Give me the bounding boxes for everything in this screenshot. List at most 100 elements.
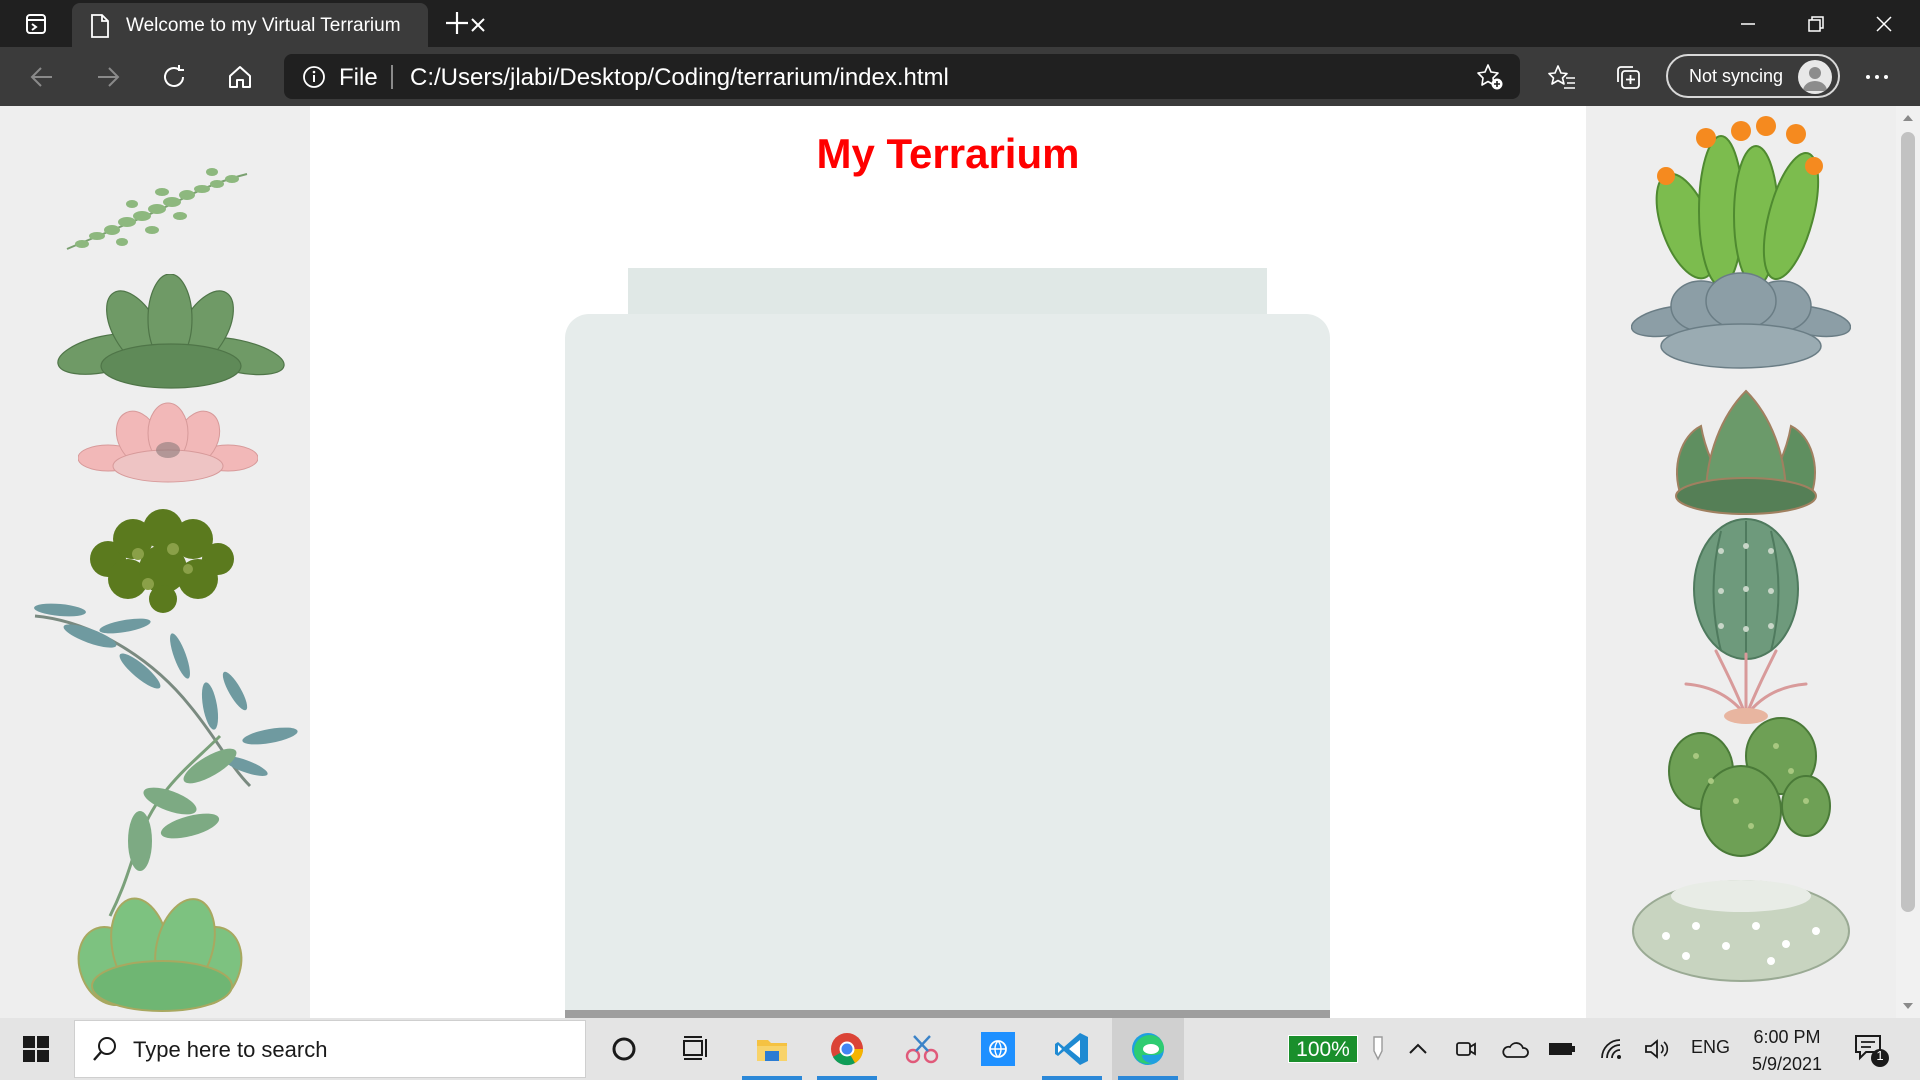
add-favorite-icon[interactable] <box>1476 63 1504 91</box>
home-icon <box>229 66 251 88</box>
prickly-pear-plant[interactable] <box>1656 711 1836 871</box>
tab-title: Welcome to my Virtual Terrarium <box>126 15 401 36</box>
vscode-icon <box>1055 1033 1088 1065</box>
page-title: My Terrarium <box>816 130 1080 177</box>
snip-sketch-button[interactable] <box>887 1018 959 1080</box>
favorites-icon <box>1548 65 1575 89</box>
web-app-icon <box>981 1032 1015 1066</box>
refresh-icon <box>164 65 184 87</box>
battery-icon <box>1549 1043 1575 1055</box>
echeveria-green-plant[interactable] <box>55 274 287 394</box>
jar-top <box>628 268 1267 314</box>
more-button[interactable] <box>1862 62 1892 92</box>
refresh-button[interactable] <box>159 62 189 92</box>
url-separator <box>391 65 393 89</box>
minimize-icon <box>1741 22 1755 25</box>
notification-count: 1 <box>1876 1048 1884 1063</box>
window-close-button[interactable] <box>1850 0 1918 47</box>
battery-button[interactable] <box>1547 1034 1577 1064</box>
vscode-button[interactable] <box>1036 1018 1108 1080</box>
task-view-button[interactable] <box>660 1018 732 1080</box>
touch-keyboard-button[interactable] <box>1363 1034 1393 1064</box>
taskbar-search-box[interactable]: Type here to search <box>74 1020 586 1078</box>
snowball-cactus-plant[interactable] <box>1626 866 1856 986</box>
url-scheme: File <box>339 64 378 91</box>
barrel-cactus-plant[interactable] <box>1686 511 1806 661</box>
forward-icon <box>98 67 120 87</box>
speaker-icon <box>1645 1039 1669 1059</box>
pink-succulent-plant[interactable] <box>78 398 258 488</box>
search-icon <box>93 1037 116 1061</box>
url-text[interactable]: C:/Users/jlabi/Desktop/Coding/terrarium/… <box>410 64 949 92</box>
restore-button[interactable] <box>1782 0 1850 47</box>
stylus-icon <box>1373 1036 1383 1061</box>
home-button[interactable] <box>225 62 255 92</box>
meet-now-icon <box>1456 1042 1476 1056</box>
back-icon <box>30 67 52 87</box>
action-center-button[interactable]: 1 <box>1852 1032 1892 1068</box>
fern-plant[interactable] <box>62 164 252 254</box>
volume-button[interactable] <box>1642 1034 1672 1064</box>
active-tab[interactable]: Welcome to my Virtual Terrarium <box>72 3 485 47</box>
start-button[interactable] <box>0 1018 72 1080</box>
jar-body <box>565 314 1330 1018</box>
profile-sync-button[interactable]: Not syncing <box>1666 54 1840 98</box>
title-bar: Welcome to my Virtual Terrarium <box>0 0 1920 47</box>
more-icon <box>1866 75 1888 79</box>
right-plant-holder <box>1586 106 1896 1018</box>
running-indicator <box>1042 1076 1102 1080</box>
cortana-button[interactable] <box>588 1018 660 1080</box>
edge-button[interactable] <box>1112 1018 1184 1080</box>
network-button[interactable] <box>1597 1034 1627 1064</box>
jar-bottom <box>565 1010 1330 1018</box>
chrome-button[interactable] <box>811 1018 883 1080</box>
cortana-icon <box>612 1037 636 1061</box>
info-icon[interactable] <box>302 65 326 89</box>
scroll-up-arrow-icon[interactable] <box>1902 112 1914 124</box>
scroll-down-arrow-icon[interactable] <box>1902 1000 1914 1012</box>
collections-button[interactable] <box>1613 62 1643 92</box>
show-hidden-icons-button[interactable] <box>1403 1034 1433 1064</box>
sync-label: Not syncing <box>1689 66 1784 86</box>
document-icon <box>91 14 109 38</box>
forward-button[interactable] <box>93 62 123 92</box>
silver-succulent-plant[interactable] <box>1631 266 1851 376</box>
wifi-icon <box>1601 1039 1621 1059</box>
search-placeholder: Type here to search <box>133 1037 328 1062</box>
windows-logo-icon <box>23 1036 49 1062</box>
agave-plant[interactable] <box>1661 386 1831 516</box>
meet-now-button[interactable] <box>1451 1034 1481 1064</box>
chevron-up-icon <box>1409 1043 1427 1054</box>
file-explorer-button[interactable] <box>736 1018 808 1080</box>
chrome-icon <box>831 1033 864 1066</box>
collections-icon <box>1617 66 1640 89</box>
avatar-icon <box>1798 60 1832 94</box>
back-button[interactable] <box>27 62 57 92</box>
edge-icon <box>1132 1033 1164 1065</box>
browser-toolbar: File C:/Users/jlabi/Desktop/Coding/terra… <box>0 47 1920 106</box>
onedrive-button[interactable] <box>1500 1034 1530 1064</box>
web-app-button[interactable] <box>962 1018 1034 1080</box>
input-language[interactable]: ENG <box>1691 1037 1730 1058</box>
clock[interactable]: 6:00 PM 5/9/2021 <box>1742 1024 1832 1078</box>
restore-icon <box>1808 15 1824 32</box>
vertical-scrollbar[interactable] <box>1896 106 1920 1018</box>
clock-date: 5/9/2021 <box>1751 1054 1823 1074</box>
notification-icon <box>1855 1035 1889 1067</box>
favorites-button[interactable] <box>1547 62 1577 92</box>
address-bar[interactable]: File C:/Users/jlabi/Desktop/Coding/terra… <box>284 54 1520 99</box>
aloe-rosette-plant[interactable] <box>70 726 270 1016</box>
tab-actions-icon <box>26 13 46 34</box>
file-explorer-icon <box>757 1040 787 1061</box>
page-viewport: My Terrarium <box>0 106 1920 1018</box>
windows-taskbar: Type here to search 100% ENG 6:00 PM 5/9… <box>0 1018 1920 1080</box>
running-indicator <box>742 1076 802 1080</box>
tab-actions-button[interactable] <box>14 0 58 47</box>
close-icon[interactable] <box>467 14 489 36</box>
new-tab-icon[interactable] <box>444 10 470 36</box>
scrollbar-thumb[interactable] <box>1901 132 1915 912</box>
running-indicator <box>1118 1076 1178 1080</box>
task-view-icon <box>683 1036 707 1060</box>
left-plant-holder <box>0 106 310 1018</box>
minimize-button[interactable] <box>1714 0 1782 47</box>
